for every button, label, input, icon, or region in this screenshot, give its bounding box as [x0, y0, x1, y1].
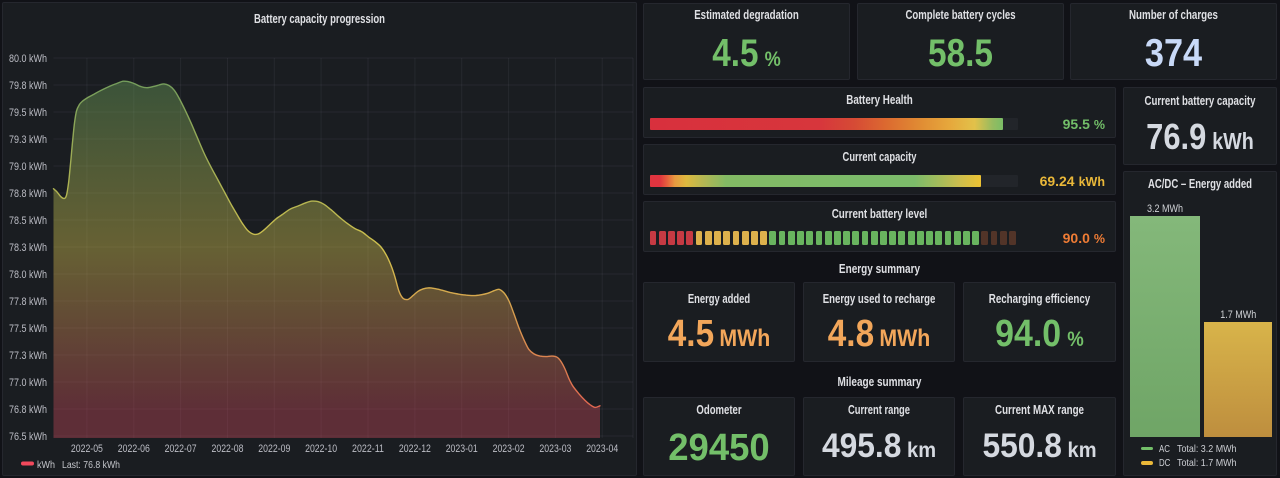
- svg-text:2023-02: 2023-02: [493, 443, 525, 455]
- svg-text:76.8 kWh: 76.8 kWh: [9, 404, 47, 416]
- svg-text:78.5 kWh: 78.5 kWh: [9, 215, 47, 227]
- svg-text:77.3 kWh: 77.3 kWh: [9, 350, 47, 362]
- svg-text:78.3 kWh: 78.3 kWh: [9, 242, 47, 254]
- svg-text:2023-01: 2023-01: [446, 443, 478, 455]
- svg-text:2022-12: 2022-12: [399, 443, 431, 455]
- svg-text:2022-06: 2022-06: [118, 443, 150, 455]
- svg-text:79.3 kWh: 79.3 kWh: [9, 134, 47, 146]
- svg-text:2022-07: 2022-07: [165, 443, 197, 455]
- svg-text:76.5 kWh: 76.5 kWh: [9, 431, 47, 443]
- svg-text:77.0 kWh: 77.0 kWh: [9, 377, 47, 389]
- svg-text:Last: 76.8 kWh: Last: 76.8 kWh: [62, 460, 120, 471]
- svg-text:2022-08: 2022-08: [212, 443, 244, 455]
- svg-text:kWh: kWh: [37, 460, 55, 471]
- svg-text:79.5 kWh: 79.5 kWh: [9, 107, 47, 119]
- svg-text:80.0 kWh: 80.0 kWh: [9, 53, 47, 65]
- svg-text:Battery capacity progression: Battery capacity progression: [254, 12, 385, 26]
- svg-text:77.5 kWh: 77.5 kWh: [9, 323, 47, 335]
- svg-text:77.8 kWh: 77.8 kWh: [9, 296, 47, 308]
- svg-text:79.8 kWh: 79.8 kWh: [9, 80, 47, 92]
- svg-text:2023-03: 2023-03: [539, 443, 571, 455]
- svg-text:2023-04: 2023-04: [586, 443, 618, 455]
- svg-text:2022-11: 2022-11: [352, 443, 384, 455]
- svg-text:2022-09: 2022-09: [258, 443, 290, 455]
- svg-text:78.8 kWh: 78.8 kWh: [9, 188, 47, 200]
- svg-text:2022-10: 2022-10: [305, 443, 337, 455]
- svg-text:78.0 kWh: 78.0 kWh: [9, 269, 47, 281]
- svg-text:79.0 kWh: 79.0 kWh: [9, 161, 47, 173]
- svg-text:2022-05: 2022-05: [71, 443, 103, 455]
